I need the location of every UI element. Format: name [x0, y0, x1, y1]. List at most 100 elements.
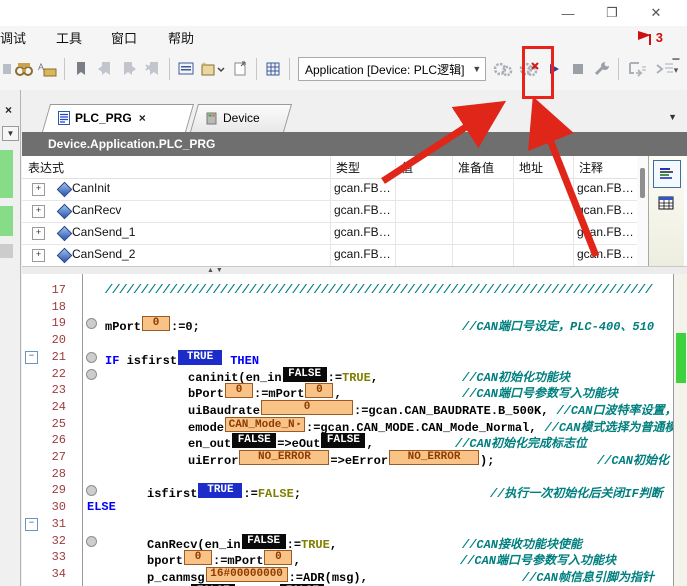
panel-dropdown-button[interactable]: ▼ — [2, 126, 19, 141]
clipped-icon[interactable] — [0, 56, 12, 82]
code-line[interactable]: 26en_outFALSE=>eOutFALSE,//CAN初始化完成标志位 — [22, 432, 687, 449]
active-application-selector[interactable]: Application [Device: PLC逻辑] ▼ — [298, 57, 486, 81]
table-scrollbar[interactable] — [637, 156, 648, 266]
code-line[interactable]: 25emodeCAN_Mode_N▸:=gcan.CAN_MODE.CAN_Mo… — [22, 416, 687, 433]
code-line[interactable]: 20 — [22, 332, 687, 349]
code-line[interactable]: 19mPort0:=0;//CAN端口号设定，PLC-400、510 — [22, 315, 687, 332]
code-line[interactable]: 35en_outFALSE=>eOutFALSE, — [22, 583, 687, 586]
add-object-icon[interactable] — [228, 56, 252, 82]
menu-debug[interactable]: 调试 — [0, 26, 32, 49]
code-line[interactable]: 33bport0:=mPort0,//CAN端口号参数写入功能块 — [22, 549, 687, 566]
monitor-value-box[interactable]: NO_ERROR — [239, 450, 329, 465]
monitor-value-box[interactable]: 0 — [261, 400, 353, 415]
tab-plc-prg[interactable]: PLC_PRG × — [42, 104, 188, 132]
monitor-value-box[interactable]: 0 — [225, 383, 253, 398]
device-icon — [206, 112, 218, 125]
monitor-bool-false-box[interactable]: FALSE — [321, 433, 365, 448]
cell-name: CanSend_1 — [72, 225, 135, 239]
properties-icon[interactable] — [174, 56, 198, 82]
cell-comment: gcan.FB… — [577, 225, 634, 239]
col-expression[interactable]: 表达式 — [28, 159, 64, 176]
expand-icon[interactable]: + — [32, 183, 45, 196]
monitor-bool-false-box[interactable]: FALSE — [283, 367, 327, 382]
code-line[interactable]: 24uiBaudrate0:=gcan.CAN_BAUDRATE.B_500K,… — [22, 399, 687, 416]
code-line[interactable]: 17//////////////////////////////////////… — [22, 282, 687, 299]
maximize-button[interactable]: ❐ — [596, 2, 628, 24]
svg-text:✶: ✶ — [201, 61, 207, 69]
monitor-value-box[interactable]: 0 — [305, 383, 333, 398]
tab-device[interactable]: Device — [190, 104, 286, 132]
stop-icon[interactable] — [566, 56, 590, 82]
monitor-value-box[interactable]: 16#00000000 — [206, 567, 288, 582]
code-line[interactable]: 27uiErrorNO_ERROR=>eErrorNO_ERROR);//CAN… — [22, 449, 687, 466]
code-line[interactable]: 32CanRecv(en_inFALSE:=TRUE,//CAN接收功能块使能 — [22, 533, 687, 550]
monitor-value-box[interactable]: 0 — [264, 550, 292, 565]
col-value[interactable]: 值 — [401, 159, 413, 176]
toggle-bookmark-icon[interactable] — [69, 56, 93, 82]
login-icon[interactable] — [490, 56, 516, 82]
col-comment[interactable]: 注释 — [579, 159, 603, 176]
menu-window[interactable]: 窗口 — [105, 26, 143, 49]
code-line[interactable]: 34p_canmsg16#00000000:=ADR(msg),//CAN帧信息… — [22, 566, 687, 583]
col-type[interactable]: 类型 — [336, 159, 360, 176]
pou-path-header: Device.Application.PLC_PRG — [22, 132, 687, 156]
expand-icon[interactable]: + — [32, 227, 45, 240]
code-line[interactable]: 18 — [22, 299, 687, 316]
close-button[interactable]: ✕ — [640, 2, 672, 24]
expand-icon[interactable]: + — [32, 205, 45, 218]
monitor-value-box[interactable]: 0 — [184, 550, 212, 565]
main-toolbar: A ✶ Application [Device: PLC逻 — [0, 48, 687, 91]
prev-bookmark-icon[interactable] — [93, 56, 117, 82]
step-over-icon[interactable] — [623, 56, 651, 82]
find-icon[interactable] — [12, 56, 36, 82]
breakpoint-settings-icon[interactable] — [590, 56, 614, 82]
code-line[interactable]: 30ELSE — [22, 499, 687, 516]
keyword: ELSE — [87, 500, 116, 514]
svg-text:A: A — [38, 62, 44, 72]
fold-collapse-icon[interactable]: − — [25, 351, 38, 364]
st-code-editor[interactable]: 17//////////////////////////////////////… — [22, 274, 687, 586]
code-line[interactable]: 21−IF isfirstTRUE THEN — [22, 349, 687, 366]
tab-close-icon[interactable]: × — [139, 111, 146, 125]
clear-bookmarks-icon[interactable] — [141, 56, 165, 82]
new-object-icon[interactable]: ✶ — [198, 56, 228, 82]
code-line[interactable]: 28 — [22, 466, 687, 483]
monitor-bool-false-box[interactable]: FALSE — [232, 433, 276, 448]
monitor-value-box[interactable]: 0 — [142, 316, 170, 331]
line-number: 33 — [22, 550, 66, 564]
monitor-bool-false-box[interactable]: FALSE — [242, 534, 286, 549]
annotation-highlight-rect — [522, 46, 554, 99]
scroll-marker-green — [676, 333, 686, 383]
code-line[interactable]: 31− — [22, 516, 687, 533]
menu-help[interactable]: 帮助 — [162, 26, 200, 49]
col-prepared[interactable]: 准备值 — [458, 159, 494, 176]
cell-comment: gcan.FB… — [577, 181, 634, 195]
minimize-button[interactable]: — — [552, 2, 584, 24]
next-bookmark-icon[interactable] — [117, 56, 141, 82]
monitor-value-box[interactable]: NO_ERROR — [389, 450, 479, 465]
code-line[interactable]: 22caninit(en_inFALSE:=TRUE,//CAN初始化功能块 — [22, 366, 687, 383]
code-line[interactable]: 29isfirstTRUE:=FALSE;//执行一次初始化后关闭IF判断 — [22, 482, 687, 499]
variable-icon — [57, 182, 73, 198]
message-flag[interactable]: 3 — [637, 30, 663, 45]
declaration-view-button[interactable] — [653, 160, 681, 188]
fold-collapse-icon[interactable]: − — [25, 518, 38, 531]
col-address[interactable]: 地址 — [519, 159, 543, 176]
code-line[interactable]: 23bPort0:=mPort0,//CAN端口号参数写入功能块 — [22, 382, 687, 399]
splitter-handle-icon[interactable]: ▲▼ — [207, 267, 225, 274]
monitor-value-box[interactable]: CAN_Mode_N▸ — [225, 417, 305, 432]
tabular-view-button[interactable] — [653, 190, 679, 216]
docked-panel-strip: × ▼ — [0, 90, 21, 586]
monitor-bool-true-box[interactable]: TRUE — [178, 350, 222, 365]
replace-icon[interactable]: A — [36, 56, 60, 82]
cell-comment: gcan.FB… — [577, 203, 634, 217]
menu-tools[interactable]: 工具 — [50, 26, 88, 49]
editor-scrollbar[interactable] — [673, 274, 687, 586]
expand-icon[interactable]: + — [32, 249, 45, 262]
toolbar-overflow-button[interactable]: ▔▾ — [669, 56, 683, 78]
build-icon[interactable] — [261, 56, 285, 82]
tab-scroll-dropdown[interactable]: ▼ — [668, 112, 677, 122]
monitor-bool-true-box[interactable]: TRUE — [198, 483, 242, 498]
panel-close-button[interactable]: × — [1, 102, 16, 117]
cell-comment: gcan.FB… — [577, 247, 634, 261]
